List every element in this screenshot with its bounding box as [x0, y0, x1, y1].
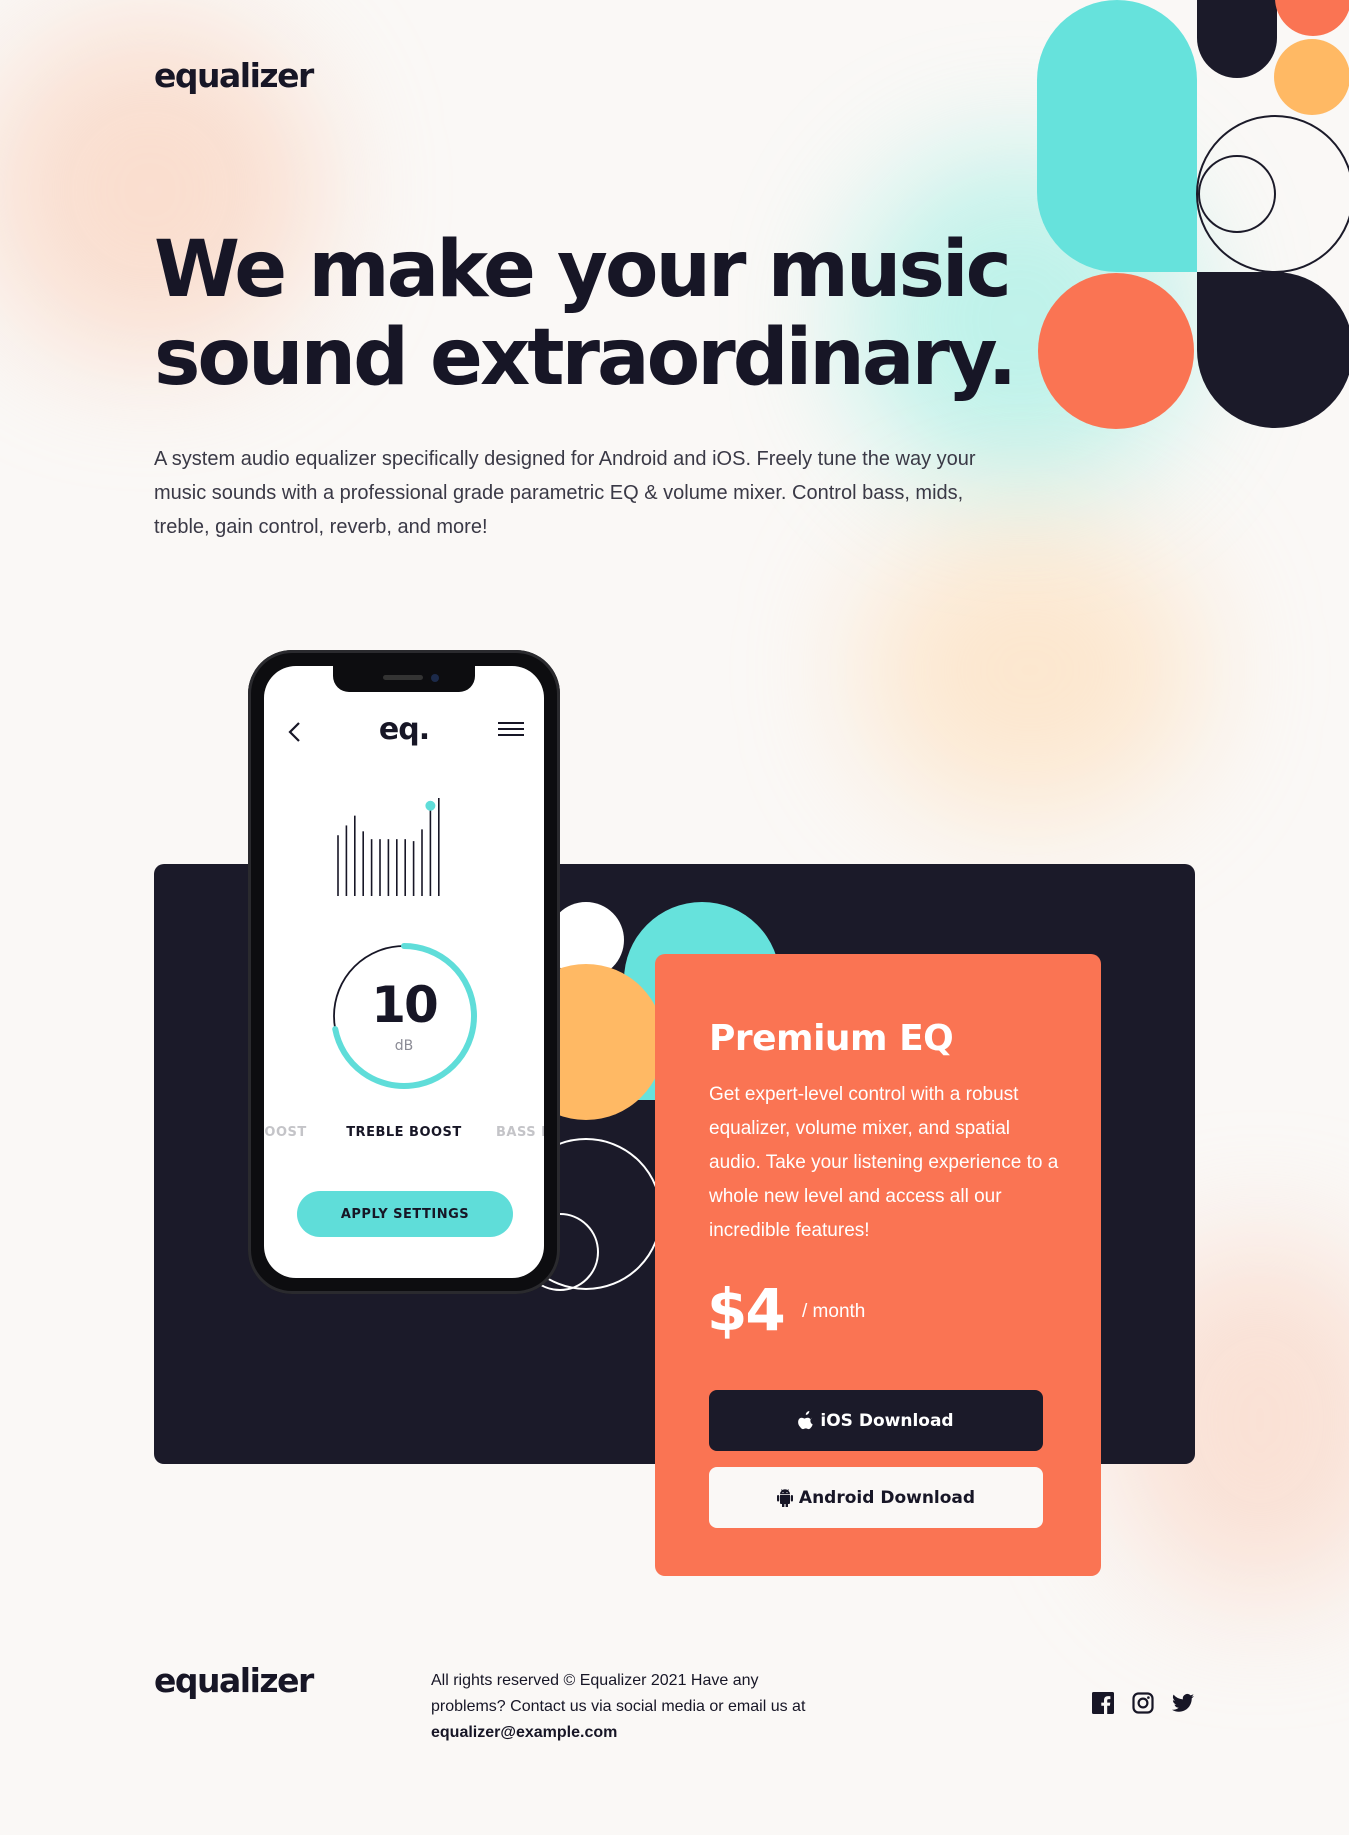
ios-download-button[interactable]: iOS Download: [709, 1390, 1043, 1451]
price-value: $4: [707, 1276, 786, 1344]
apply-settings-button[interactable]: APPLY SETTINGS: [297, 1191, 513, 1237]
android-download-label: Android Download: [798, 1487, 976, 1508]
equalizer-bars: [337, 798, 440, 896]
phone-screen: eq. 10 dB BOOST TREBLE BOOST BASS B APPL…: [264, 666, 544, 1278]
twitter-icon[interactable]: [1172, 1692, 1194, 1714]
price-period: / month: [802, 1301, 866, 1322]
phone-notch: [333, 666, 475, 692]
mode-carousel[interactable]: BOOST TREBLE BOOST BASS B: [264, 1125, 544, 1145]
hero-title: We make your music sound extraordinary.: [154, 225, 1017, 403]
footer-email-link[interactable]: equalizer@example.com: [431, 1724, 617, 1741]
instagram-icon[interactable]: [1132, 1692, 1154, 1714]
footer-copyright: All rights reserved © Equalizer 2021 Hav…: [431, 1672, 806, 1715]
hero-pattern-illustration: [1037, 0, 1349, 429]
front-camera: [431, 674, 439, 682]
phone-mockup: eq. 10 dB BOOST TREBLE BOOST BASS B APPL…: [248, 650, 560, 1294]
social-links: [1092, 1692, 1194, 1714]
hero-description: A system audio equalizer specifically de…: [154, 448, 976, 538]
apple-icon: [798, 1411, 814, 1430]
premium-card: Premium EQ Get expert-level control with…: [655, 954, 1101, 1576]
facebook-icon[interactable]: [1092, 1692, 1114, 1714]
android-icon: [776, 1488, 793, 1507]
footer-logo[interactable]: equalizer: [154, 1661, 314, 1700]
background-glow-orange: [860, 520, 1200, 820]
mode-next[interactable]: BASS B: [496, 1125, 544, 1140]
speaker-grille: [383, 675, 423, 680]
ios-download-label: iOS Download: [820, 1410, 954, 1431]
premium-description: Get expert-level control with a robust e…: [709, 1084, 1059, 1241]
header-logo[interactable]: equalizer: [154, 56, 314, 95]
footer-text: All rights reserved © Equalizer 2021 Hav…: [431, 1668, 811, 1746]
dial-unit: dB: [394, 1038, 414, 1054]
eq-bar-handle[interactable]: [425, 800, 436, 811]
hamburger-menu-icon[interactable]: [498, 722, 524, 742]
premium-title: Premium EQ: [709, 1018, 954, 1059]
android-download-button[interactable]: Android Download: [709, 1467, 1043, 1528]
dial-value: 10: [371, 976, 439, 1034]
